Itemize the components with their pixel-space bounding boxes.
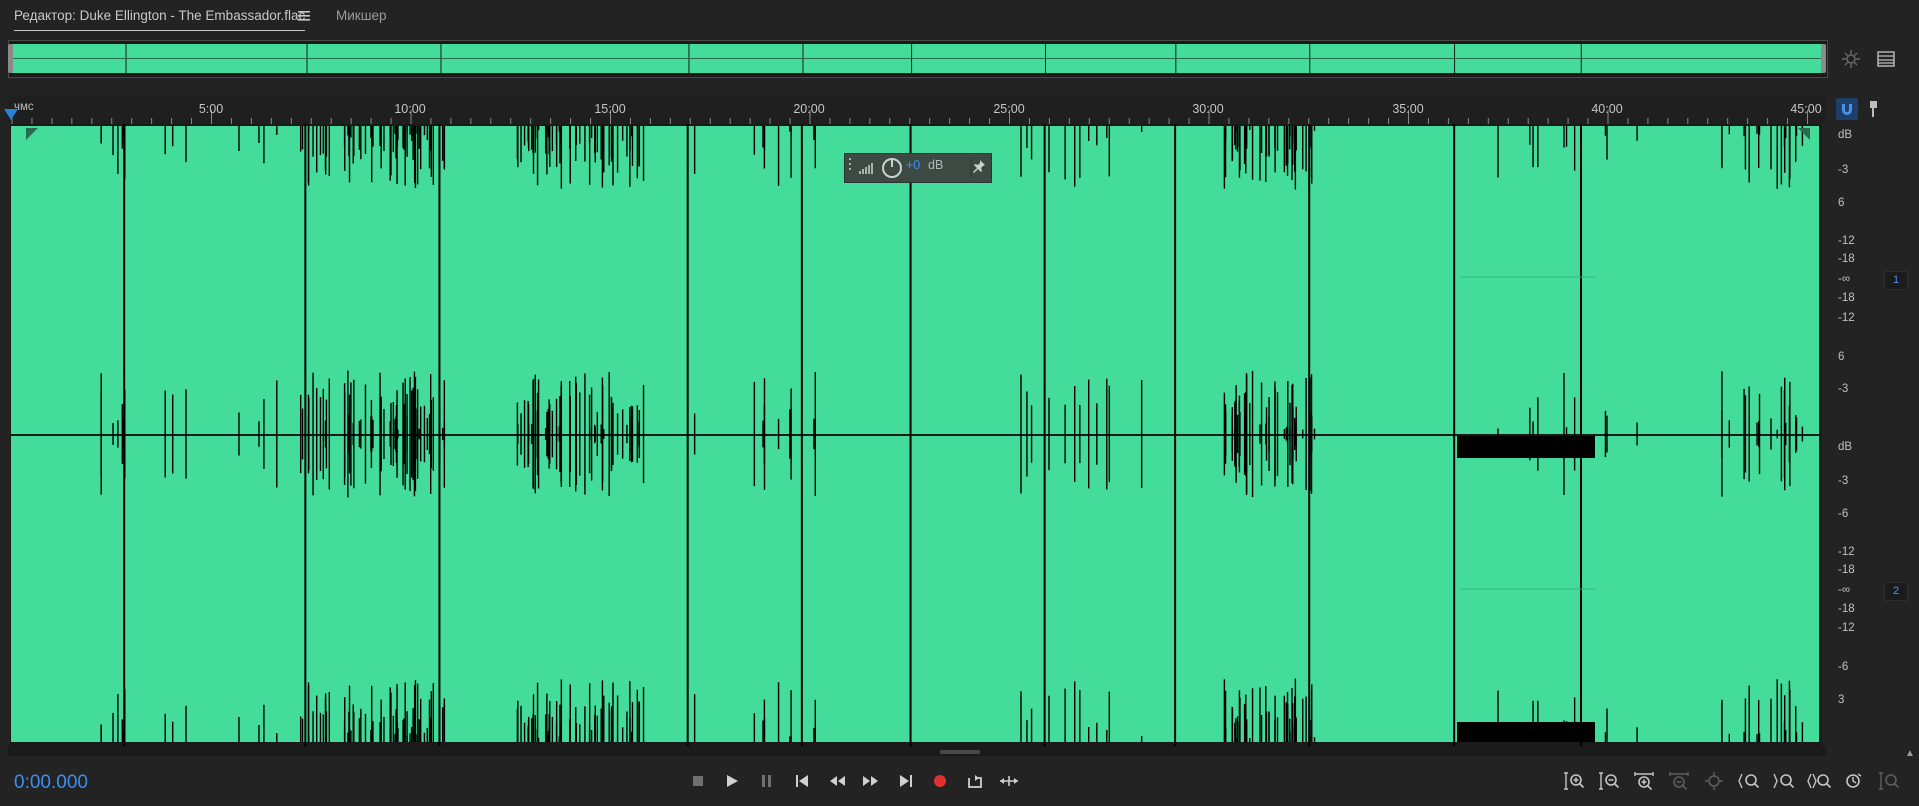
scrollbar-grip[interactable] — [940, 750, 980, 754]
gain-unit: dB — [928, 158, 944, 172]
waveform-display[interactable] — [10, 124, 1822, 746]
ruler-tick-label: 40:00 — [1591, 102, 1623, 116]
rewind-icon[interactable] — [823, 770, 851, 792]
ruler-tick-label: 5:00 — [198, 102, 224, 116]
fast-forward-icon[interactable] — [857, 770, 885, 792]
zoom-in-time-icon[interactable] — [1630, 770, 1658, 792]
db-scale — [1824, 124, 1880, 746]
ruler-tick-label: 10:00 — [394, 102, 426, 116]
db-label: -3 — [1838, 475, 1849, 487]
db-label: -∞ — [1838, 584, 1851, 596]
skip-selection-icon[interactable] — [995, 770, 1023, 792]
overview-waveform[interactable] — [12, 44, 1822, 73]
db-label: 3 — [1838, 694, 1845, 706]
channel-1-badge[interactable]: 1 — [1884, 271, 1908, 290]
db-label: 6 — [1838, 197, 1845, 209]
go-to-end-icon[interactable] — [892, 770, 920, 792]
db-label: -3 — [1838, 383, 1849, 395]
ruler-tick-label: 25:00 — [993, 102, 1025, 116]
magnet-snap-icon[interactable] — [1836, 98, 1858, 120]
channel-2-badge[interactable]: 2 — [1884, 582, 1908, 601]
zoom-in-selection-icon[interactable] — [1735, 770, 1763, 792]
loop-icon[interactable] — [961, 770, 989, 792]
db-label: -12 — [1838, 622, 1855, 634]
db-label: -∞ — [1838, 273, 1851, 285]
ruler-tick-label: 35:00 — [1392, 102, 1424, 116]
pause-icon[interactable] — [753, 770, 781, 792]
zoom-navigator-icon[interactable] — [1840, 48, 1862, 70]
db-label: -3 — [1838, 164, 1849, 176]
playhead-marker[interactable] — [4, 109, 18, 120]
db-label: -12 — [1838, 235, 1855, 247]
zoom-reset-icon[interactable] — [1875, 770, 1903, 792]
tab-editor[interactable]: Редактор: Duke Ellington - The Embassado… — [14, 8, 306, 31]
ruler-tick-label: 20:00 — [793, 102, 825, 116]
db-label: 6 — [1838, 351, 1845, 363]
tab-mixer[interactable]: Микшер — [336, 8, 387, 23]
db-label: -6 — [1838, 661, 1849, 673]
zoom-in-amplitude-icon[interactable] — [1560, 770, 1588, 792]
db-label: -18 — [1838, 603, 1855, 615]
pin-icon[interactable] — [972, 159, 986, 173]
zoom-out-time-icon[interactable] — [1665, 770, 1693, 792]
db-label: -12 — [1838, 546, 1855, 558]
db-label: -18 — [1838, 292, 1855, 304]
go-to-start-icon[interactable] — [788, 770, 816, 792]
play-icon[interactable] — [718, 770, 746, 792]
db-label: dB — [1838, 129, 1853, 141]
db-label: dB — [1838, 441, 1853, 453]
overview-left-handle[interactable] — [8, 44, 13, 73]
horizontal-scrollbar[interactable] — [8, 746, 1826, 756]
time-ruler[interactable] — [8, 96, 1826, 125]
hamburger-menu-icon[interactable] — [298, 10, 310, 22]
stop-icon[interactable] — [684, 770, 712, 792]
ruler-tick-label: 15:00 — [594, 102, 626, 116]
overview-right-handle[interactable] — [1821, 44, 1826, 73]
db-label: -18 — [1838, 253, 1855, 265]
zoom-selection-icon[interactable] — [1840, 770, 1868, 792]
ruler-tick-label: 45:00 — [1790, 102, 1822, 116]
ruler-tick-label: 30:00 — [1192, 102, 1224, 116]
time-display[interactable]: 0:00.000 — [14, 772, 88, 794]
audition-editor: Редактор: Duke Ellington - The Embassado… — [0, 0, 1919, 806]
db-label: -12 — [1838, 312, 1855, 324]
zoom-in-left-icon[interactable] — [1770, 770, 1798, 792]
db-label: -6 — [1838, 508, 1849, 520]
db-label: -18 — [1838, 564, 1855, 576]
zoom-in-right-icon[interactable] — [1805, 770, 1833, 792]
zoom-out-amplitude-icon[interactable] — [1595, 770, 1623, 792]
zoom-out-full-icon[interactable] — [1700, 770, 1728, 792]
spectral-panel-icon[interactable] — [1875, 48, 1897, 70]
record-icon[interactable] — [926, 770, 954, 792]
marker-pin-icon[interactable] — [1864, 98, 1882, 120]
gain-value[interactable]: +0 — [906, 158, 920, 172]
